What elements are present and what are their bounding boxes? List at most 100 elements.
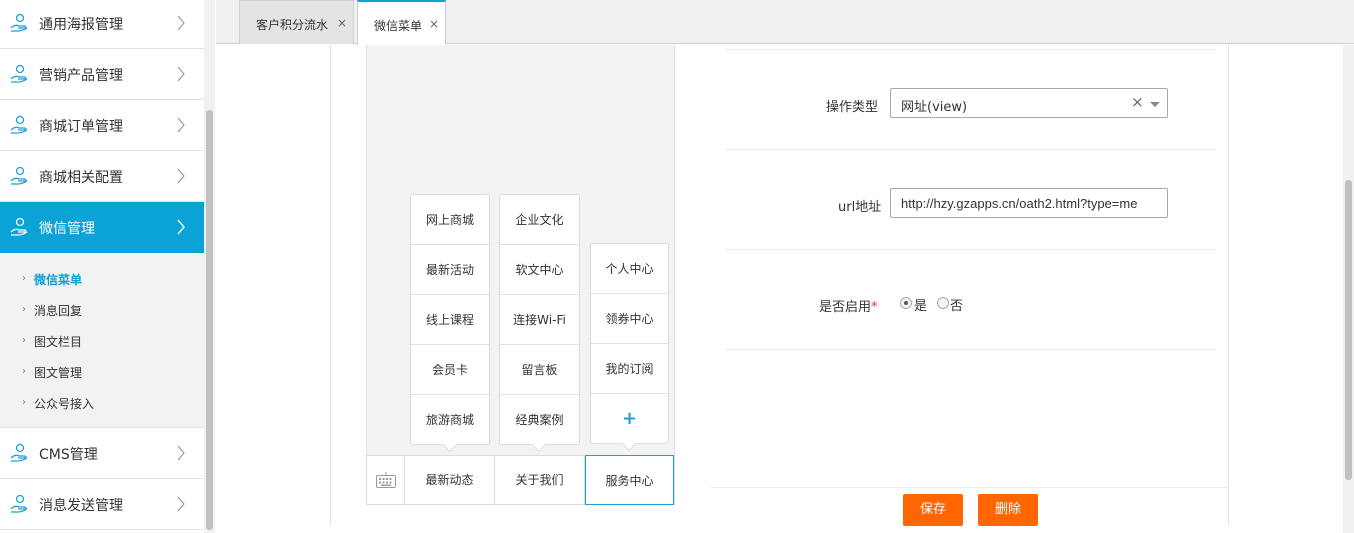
main-menu-button[interactable]: 最新动态 xyxy=(405,456,495,504)
submenu-item-label: 消息回复 xyxy=(34,304,83,318)
submenu-button[interactable]: 会员卡 xyxy=(411,345,489,395)
user-money-icon xyxy=(10,443,28,462)
chevron-right-icon xyxy=(177,445,185,461)
chevron-right-icon: › xyxy=(22,366,26,377)
enable-yes-label: 是 xyxy=(914,299,928,314)
op-type-label: 操作类型 xyxy=(826,100,879,115)
sidebar-item-label: 商城订单管理 xyxy=(39,119,123,135)
chevron-right-icon xyxy=(177,117,185,133)
sidebar-scrollbar[interactable] xyxy=(204,0,215,533)
submenu-button[interactable]: 连接Wi-Fi xyxy=(500,295,579,345)
menu-edit-form xyxy=(710,45,1230,533)
row-divider xyxy=(726,349,1215,350)
main-menu-bar: 最新动态 关于我们 服务中心 xyxy=(366,455,675,505)
chevron-right-icon: › xyxy=(22,273,26,284)
row-divider xyxy=(726,49,1215,50)
enable-yes-radio[interactable] xyxy=(900,297,912,309)
main-menu-button-active[interactable]: 服务中心 xyxy=(585,455,674,505)
sidebar-item-products[interactable]: 营销产品管理 xyxy=(0,49,204,100)
close-icon[interactable]: × xyxy=(429,17,439,31)
sidebar-item-label: CMS管理 xyxy=(39,447,98,463)
submenu-button[interactable]: 网上商城 xyxy=(411,195,489,245)
sidebar-item-label: 通用海报管理 xyxy=(39,17,123,33)
user-money-icon xyxy=(10,217,28,236)
op-type-select[interactable]: 网址(view) × xyxy=(890,88,1168,118)
delete-button[interactable]: 删除 xyxy=(978,494,1038,526)
user-money-icon xyxy=(10,494,28,513)
submenu-item-message-reply[interactable]: › 消息回复 xyxy=(0,294,204,325)
submenu-item-label: 图文管理 xyxy=(34,366,83,380)
wechat-submenu: › 微信菜单 › 消息回复 › 图文栏目 › 图文管理 › 公众号接入 xyxy=(0,254,204,428)
sidebar-item-label: 微信管理 xyxy=(39,221,95,237)
required-mark: * xyxy=(871,300,878,315)
sidebar-item-orders[interactable]: 商城订单管理 xyxy=(0,100,204,151)
row-divider xyxy=(726,249,1215,250)
scrollbar-thumb[interactable] xyxy=(206,110,213,530)
submenu-item-label: 微信菜单 xyxy=(34,273,83,287)
url-label: url地址 xyxy=(838,200,882,215)
submenu-column-1: 网上商城 最新活动 线上课程 会员卡 旅游商城 xyxy=(410,194,490,445)
app-root: 通用海报管理 营销产品管理 商城订单管理 商城相关配置 微信管理 › 微信菜单 xyxy=(0,0,1354,533)
submenu-button[interactable]: 留言板 xyxy=(500,345,579,395)
sidebar-item-label: 消息发送管理 xyxy=(39,498,123,514)
enable-label: 是否启用* xyxy=(819,296,878,315)
chevron-right-icon: › xyxy=(22,397,26,408)
keyboard-toggle[interactable] xyxy=(367,456,405,504)
chevron-right-icon xyxy=(177,66,185,82)
divider xyxy=(330,45,331,525)
sidebar-item-mall-config[interactable]: 商城相关配置 xyxy=(0,151,204,202)
submenu-column-3: 个人中心 领券中心 我的订阅 + xyxy=(590,243,669,444)
user-money-icon xyxy=(10,64,28,83)
submenu-item-wechat-menu[interactable]: › 微信菜单 xyxy=(0,263,204,294)
user-money-icon xyxy=(10,166,28,185)
clear-icon[interactable]: × xyxy=(1131,93,1144,111)
enable-no-label: 否 xyxy=(950,299,964,314)
submenu-button[interactable]: 领券中心 xyxy=(591,294,668,344)
chevron-right-icon: › xyxy=(22,304,26,315)
chevron-right-icon xyxy=(177,219,185,235)
submenu-button[interactable]: 个人中心 xyxy=(591,244,668,294)
chevron-right-icon xyxy=(177,496,185,512)
enable-no-radio[interactable] xyxy=(937,297,949,309)
submenu-item-article-column[interactable]: › 图文栏目 xyxy=(0,325,204,356)
sidebar-item-label: 商城相关配置 xyxy=(39,170,123,186)
sidebar-item-wechat[interactable]: 微信管理 xyxy=(0,202,204,253)
chevron-right-icon xyxy=(177,168,185,184)
sidebar-item-poster[interactable]: 通用海报管理 xyxy=(0,0,204,49)
scrollbar-thumb[interactable] xyxy=(1345,180,1352,480)
chevron-down-icon xyxy=(1150,102,1160,107)
submenu-item-account-access[interactable]: › 公众号接入 xyxy=(0,387,204,418)
tab-bar: 客户积分流水 × 微信菜单 × xyxy=(216,0,1354,45)
url-input[interactable] xyxy=(890,188,1168,218)
submenu-item-label: 图文栏目 xyxy=(34,335,83,349)
sidebar-item-cms[interactable]: CMS管理 xyxy=(0,428,204,479)
user-money-icon xyxy=(10,115,28,134)
sidebar-item-message-send[interactable]: 消息发送管理 xyxy=(0,479,204,530)
chevron-right-icon: › xyxy=(22,335,26,346)
save-button[interactable]: 保存 xyxy=(903,494,963,526)
tab-customer-points[interactable]: 客户积分流水 × xyxy=(239,0,354,44)
tab-wechat-menu[interactable]: 微信菜单 × xyxy=(357,0,446,45)
sidebar-item-label: 营销产品管理 xyxy=(39,68,123,84)
tab-label: 微信菜单 xyxy=(374,19,423,33)
tab-label: 客户积分流水 xyxy=(256,18,329,32)
submenu-button[interactable]: 软文中心 xyxy=(500,245,579,295)
content-scrollbar[interactable] xyxy=(1343,45,1354,533)
submenu-item-label: 公众号接入 xyxy=(34,397,95,411)
chevron-right-icon xyxy=(177,15,185,31)
submenu-button[interactable]: 企业文化 xyxy=(500,195,579,245)
enable-label-text: 是否启用 xyxy=(819,300,872,315)
row-divider xyxy=(726,149,1215,150)
submenu-button[interactable]: 线上课程 xyxy=(411,295,489,345)
submenu-button[interactable]: 我的订阅 xyxy=(591,344,668,394)
row-divider xyxy=(711,487,1228,488)
op-type-value: 网址(view) xyxy=(901,100,968,115)
main-menu-button[interactable]: 关于我们 xyxy=(495,456,585,504)
user-money-icon xyxy=(10,13,28,32)
close-icon[interactable]: × xyxy=(337,16,347,30)
keyboard-icon xyxy=(376,472,396,488)
sidebar: 通用海报管理 营销产品管理 商城订单管理 商城相关配置 微信管理 › 微信菜单 xyxy=(0,0,215,533)
submenu-item-article-manage[interactable]: › 图文管理 xyxy=(0,356,204,387)
submenu-button[interactable]: 最新活动 xyxy=(411,245,489,295)
submenu-column-2: 企业文化 软文中心 连接Wi-Fi 留言板 经典案例 xyxy=(499,194,580,445)
